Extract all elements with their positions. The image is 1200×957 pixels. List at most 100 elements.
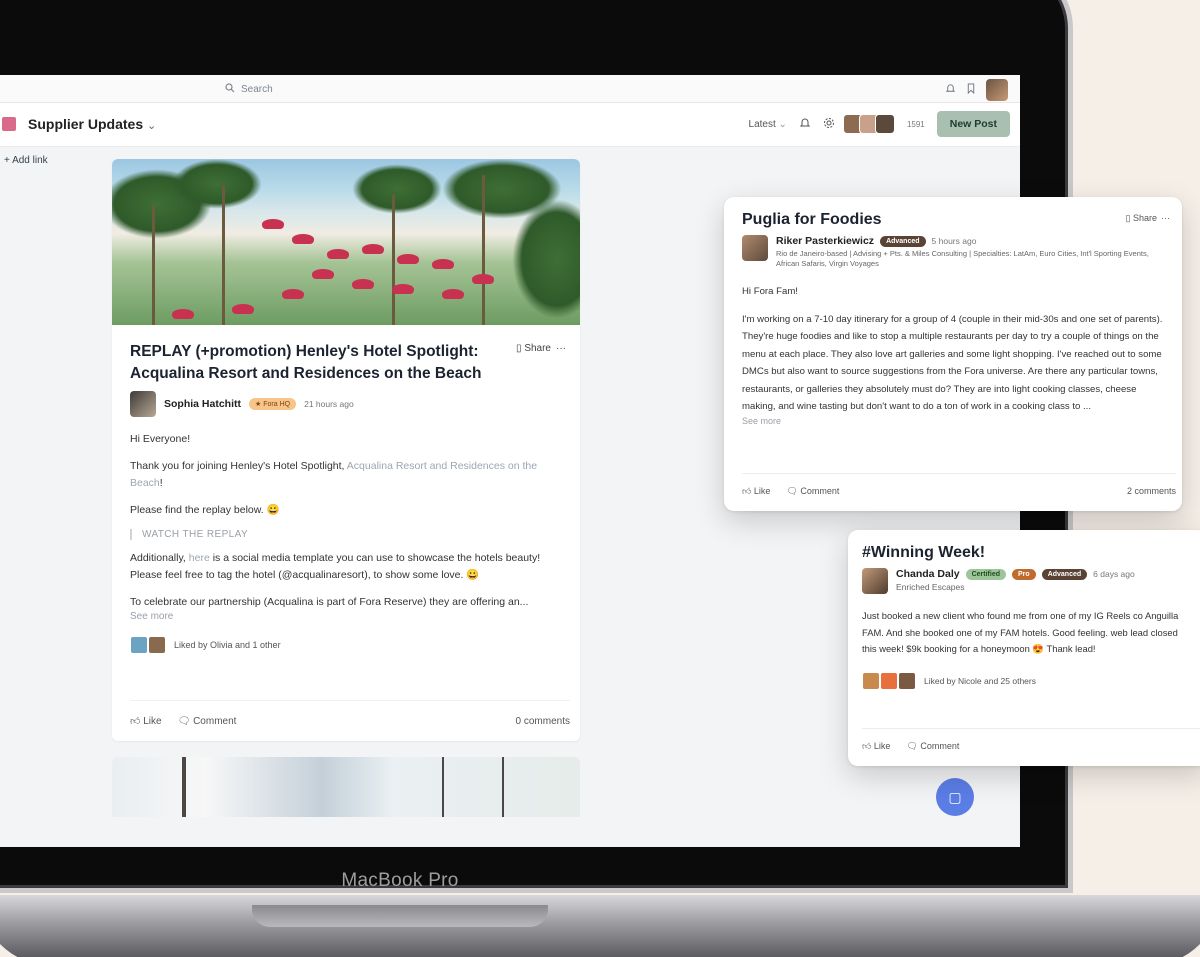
notification-bell-icon[interactable] [799, 117, 811, 132]
chat-button[interactable]: ▢ [936, 778, 974, 816]
new-post-button[interactable]: New Post [936, 111, 1010, 137]
liked-by-text[interactable]: Liked by Olivia and 1 other [174, 640, 281, 650]
device-label: MacBook Pro [341, 870, 459, 891]
share-label: Share [1132, 213, 1157, 223]
chevron-down-icon: ⌄ [147, 120, 157, 132]
plus-icon: + [4, 155, 10, 166]
channel-title-dropdown[interactable]: Supplier Updates ⌄ [28, 116, 156, 132]
user-avatar[interactable] [986, 79, 1008, 101]
post-title[interactable]: Puglia for Foodies [742, 211, 1164, 229]
post-title[interactable]: REPLAY (+promotion) Henley's Hotel Spotl… [130, 341, 510, 385]
next-post-image [112, 757, 580, 817]
like-button[interactable]: 👍︎ Like [130, 715, 162, 727]
see-more-link[interactable]: See more [130, 611, 562, 622]
channel-icon [2, 117, 16, 131]
comments-count[interactable]: 2 comments [1127, 486, 1176, 497]
comment-icon: 🗨︎ [177, 715, 191, 727]
post-paragraph: Thank you for joining Henley's Hotel Spo… [130, 458, 562, 492]
comment-label: Comment [193, 715, 237, 727]
sort-dropdown[interactable]: Latest ⌄ [749, 119, 787, 130]
post-paragraph: To celebrate our partnership (Acqualina … [130, 596, 529, 608]
liked-avatars [130, 636, 166, 654]
top-bar: Search [0, 75, 1020, 103]
post-body: Just booked a new client who found me fr… [862, 610, 1179, 654]
more-options-icon[interactable]: ··· [1161, 213, 1170, 224]
bell-icon[interactable] [945, 83, 956, 97]
post-body: I'm working on a 7-10 day itinerary for … [742, 313, 1163, 413]
bookmark-icon[interactable] [966, 83, 976, 97]
post-time: 6 days ago [1093, 569, 1135, 579]
bookmark-icon: ▯ [516, 343, 522, 354]
author-avatar[interactable] [862, 568, 888, 594]
author-avatar[interactable] [130, 391, 156, 417]
thumbs-up-icon: 👍︎ [742, 486, 752, 496]
author-bio: Rio de Janeiro-based | Advising + Pts. &… [776, 249, 1149, 268]
text-segment: Thank you for joining Henley's Hotel Spo… [130, 460, 347, 472]
like-button[interactable]: 👍︎ Like [862, 741, 890, 752]
comment-icon: 🗨︎ [786, 486, 798, 496]
post-time: 21 hours ago [304, 399, 354, 409]
post-greeting: Hi Everyone! [130, 433, 191, 445]
channel-header: Supplier Updates ⌄ Latest ⌄ 1591 New Pos… [0, 103, 1020, 147]
post-card: REPLAY (+promotion) Henley's Hotel Spotl… [112, 159, 580, 741]
chat-icon: ▢ [948, 788, 962, 805]
liked-avatars [862, 671, 916, 690]
like-label: Like [753, 486, 771, 496]
author-company: Enriched Escapes [896, 582, 965, 592]
search-placeholder: Search [241, 83, 273, 95]
role-badge: ★ Fora HQ [249, 398, 297, 410]
winning-post-card: #Winning Week! Chanda Daly Certified Pro… [848, 530, 1200, 766]
text-segment: ! [159, 477, 163, 489]
author-name[interactable]: Riker Pasterkiewicz [776, 235, 874, 247]
liked-by-text[interactable]: Liked by Nicole and 25 others [924, 676, 1036, 686]
share-button[interactable]: ▯ Share [1126, 213, 1158, 224]
author-name[interactable]: Chanda Daly [896, 568, 960, 580]
comment-label: Comment [920, 741, 960, 751]
advanced-badge: Advanced [1041, 568, 1088, 580]
share-button[interactable]: ▯ Share [516, 343, 551, 354]
role-badge-label: Fora HQ [263, 401, 291, 408]
pro-badge: Pro [1012, 568, 1036, 580]
member-count: 1591 [906, 119, 925, 129]
bookmark-icon: ▯ [1125, 213, 1131, 223]
post-time: 5 hours ago [931, 236, 977, 246]
more-options-icon[interactable]: ··· [556, 343, 566, 354]
post-paragraph: Please find the replay below. 😀 [130, 504, 280, 516]
role-badge: Advanced [880, 235, 926, 247]
chevron-down-icon: ⌄ [778, 118, 787, 130]
author-avatar[interactable] [742, 235, 768, 261]
watch-replay-link[interactable]: WATCH THE REPLAY [130, 529, 562, 540]
member-avatars[interactable] [842, 114, 895, 134]
thumbs-up-icon: 👍︎ [862, 741, 872, 751]
post-greeting: Hi Fora Fam! [742, 286, 798, 297]
add-link-label: Add link [12, 155, 48, 166]
template-link[interactable]: here [189, 552, 210, 564]
gear-icon[interactable] [823, 117, 835, 132]
like-button[interactable]: 👍︎ Like [742, 486, 770, 497]
comment-button[interactable]: 🗨︎ Comment [178, 716, 237, 727]
certified-badge: Certified [965, 568, 1007, 580]
comment-button[interactable]: 🗨︎ Comment [906, 741, 959, 752]
search-icon [225, 82, 235, 96]
text-segment: Additionally, [130, 552, 189, 564]
search-input[interactable]: Search [200, 79, 545, 99]
laptop-base [0, 895, 1200, 957]
laptop-notch [252, 905, 548, 927]
sort-label: Latest [748, 118, 776, 130]
like-label: Like [873, 741, 891, 751]
add-link-button[interactable]: + Add link [4, 155, 48, 166]
comment-icon: 🗨︎ [906, 741, 918, 751]
post-hero-image [112, 159, 580, 325]
share-label: Share [524, 343, 551, 354]
comment-label: Comment [800, 486, 840, 496]
thumbs-up-icon: 👍︎ [130, 716, 141, 727]
post-paragraph: Additionally, here is a social media tem… [130, 550, 562, 584]
post-title[interactable]: #Winning Week! [862, 544, 1194, 562]
comments-count[interactable]: 0 comments [516, 716, 570, 727]
like-label: Like [143, 716, 162, 727]
comment-button[interactable]: 🗨︎ Comment [786, 486, 839, 497]
channel-title: Supplier Updates [28, 116, 144, 132]
puglia-post-card: Puglia for Foodies ▯ Share ··· Riker Pas… [724, 197, 1182, 511]
see-more-link[interactable]: See more [742, 416, 1164, 426]
author-name[interactable]: Sophia Hatchitt [164, 398, 241, 410]
